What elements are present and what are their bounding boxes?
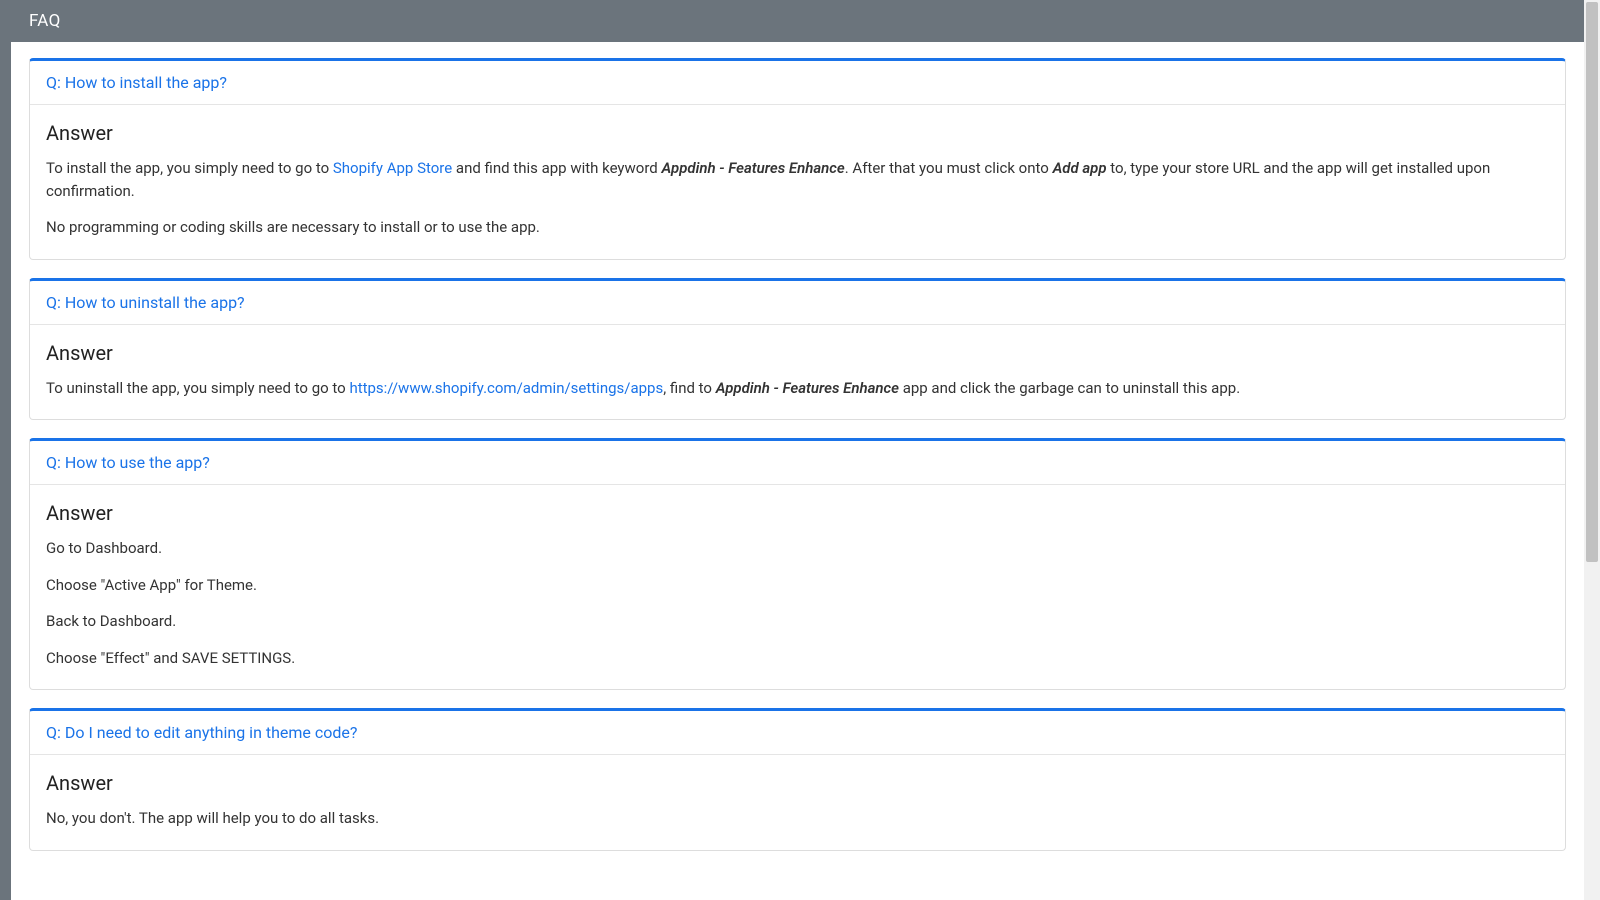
faq-card-uninstall: Q: How to uninstall the app? Answer To u… [29,278,1566,421]
add-app-emphasis: Add app [1053,159,1107,177]
app-name-emphasis: Appdinh - Features Enhance [661,159,844,177]
app-frame: FAQ Q: How to install the app? Answer To… [0,0,1600,900]
answer-text: To uninstall the app, you simply need to… [46,377,1549,400]
answer-text: No, you don't. The app will help you to … [46,807,1549,830]
faq-question-link[interactable]: Q: How to uninstall the app? [46,293,245,312]
text-run: , find to [663,379,716,397]
faq-answer-body: Answer No, you don't. The app will help … [30,755,1565,850]
faq-content: Q: How to install the app? Answer To ins… [11,42,1584,900]
faq-card-install: Q: How to install the app? Answer To ins… [29,58,1566,260]
text-run: To uninstall the app, you simply need to… [46,379,349,397]
answer-text: Go to Dashboard. [46,537,1549,560]
text-run: and find this app with keyword [452,159,661,177]
faq-card-use: Q: How to use the app? Answer Go to Dash… [29,438,1566,690]
faq-question-row[interactable]: Q: Do I need to edit anything in theme c… [30,711,1565,755]
faq-question-row[interactable]: Q: How to uninstall the app? [30,281,1565,325]
page-header: FAQ [11,0,1589,42]
faq-card-theme-code: Q: Do I need to edit anything in theme c… [29,708,1566,851]
answer-text: Choose "Active App" for Theme. [46,574,1549,597]
text-run: app and click the garbage can to uninsta… [899,379,1240,397]
faq-question-row[interactable]: Q: How to use the app? [30,441,1565,485]
answer-heading: Answer [46,501,1549,525]
scrollbar-track[interactable] [1584,0,1600,900]
answer-text: Back to Dashboard. [46,610,1549,633]
answer-heading: Answer [46,121,1549,145]
faq-answer-body: Answer Go to Dashboard. Choose "Active A… [30,485,1565,689]
answer-text: Choose "Effect" and SAVE SETTINGS. [46,647,1549,670]
shopify-admin-link[interactable]: https://www.shopify.com/admin/settings/a… [349,379,663,397]
text-run: To install the app, you simply need to g… [46,159,333,177]
faq-question-row[interactable]: Q: How to install the app? [30,61,1565,105]
page-title: FAQ [29,11,61,31]
faq-question-link[interactable]: Q: How to install the app? [46,73,227,92]
text-run: . After that you must click onto [845,159,1053,177]
shopify-app-store-link[interactable]: Shopify App Store [333,159,452,177]
left-rail [0,0,11,900]
faq-question-link[interactable]: Q: Do I need to edit anything in theme c… [46,723,357,742]
faq-answer-body: Answer To uninstall the app, you simply … [30,325,1565,420]
answer-heading: Answer [46,771,1549,795]
answer-heading: Answer [46,341,1549,365]
faq-question-link[interactable]: Q: How to use the app? [46,453,210,472]
app-name-emphasis: Appdinh - Features Enhance [716,379,899,397]
answer-text: No programming or coding skills are nece… [46,216,1549,239]
scrollbar-thumb[interactable] [1586,2,1598,562]
answer-text: To install the app, you simply need to g… [46,157,1549,202]
faq-answer-body: Answer To install the app, you simply ne… [30,105,1565,259]
